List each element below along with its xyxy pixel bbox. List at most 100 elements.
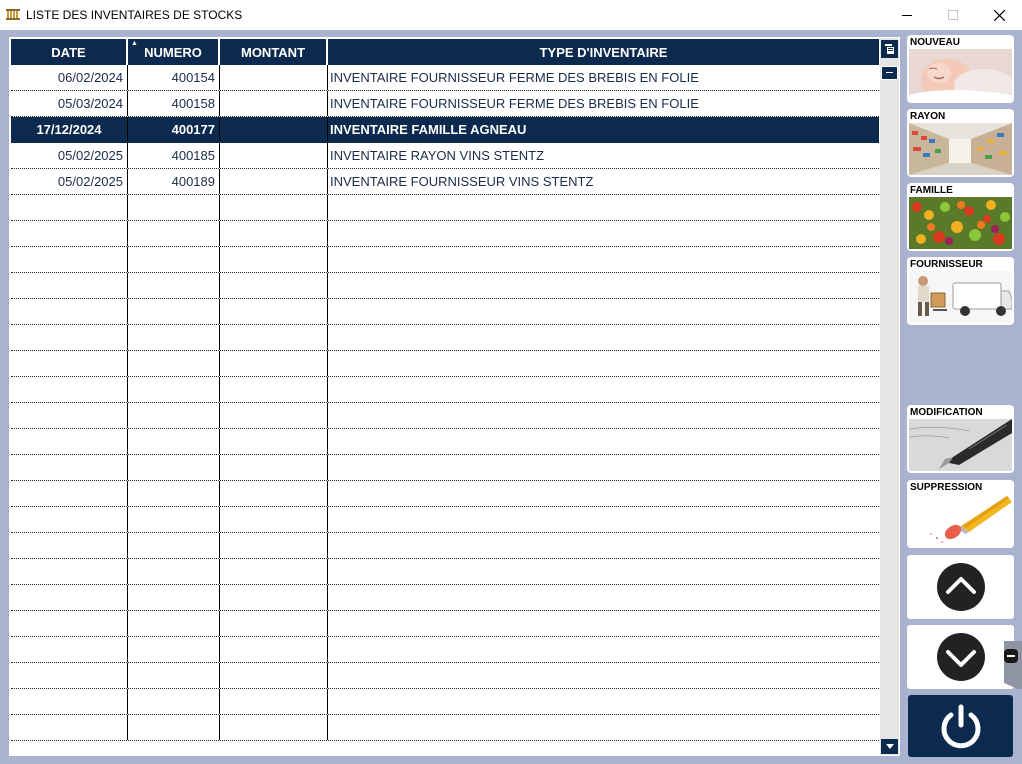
cell-montant [220,455,328,480]
cell-type [328,403,879,428]
cell-date [11,585,128,610]
power-button[interactable] [908,695,1013,757]
cell-date [11,533,128,558]
cell-type [328,273,879,298]
table-row[interactable]: 05/02/2025 400189 INVENTAIRE FOURNISSEUR V… [11,169,879,195]
cell-date: 05/02/2025 [11,169,128,194]
table-row-empty[interactable] [11,221,879,247]
cell-montant [220,611,328,636]
table-row-empty[interactable] [11,273,879,299]
table-row-empty[interactable] [11,455,879,481]
collapse-icon [1004,641,1022,689]
cell-type [328,507,879,532]
scroll-up-button[interactable] [907,555,1014,619]
cell-date: 06/02/2024 [11,65,128,90]
nouveau-button[interactable]: NOUVEAU [907,35,1014,103]
cell-numero: 400154 [128,65,220,90]
cell-date [11,377,128,402]
minimize-button[interactable] [884,0,930,30]
cell-type [328,689,879,714]
column-header-date[interactable]: DATE [11,39,128,65]
fournisseur-label: FOURNISSEUR [910,259,983,270]
close-button[interactable] [976,0,1022,30]
cell-numero [128,247,220,272]
cell-numero [128,221,220,246]
cell-numero [128,715,220,740]
cell-type: INVENTAIRE FOURNISSEUR FERME DES BREBIS … [330,96,699,111]
table-row[interactable]: 06/02/2024 400154 INVENTAIRE FOURNISSEUR F… [11,65,879,91]
cell-numero [128,195,220,220]
column-header-type[interactable]: TYPE D'INVENTAIRE [328,39,879,65]
cell-date [11,689,128,714]
cell-date [11,195,128,220]
cell-type [328,377,879,402]
cell-type: INVENTAIRE FOURNISSEUR FERME DES BREBIS … [330,70,699,85]
cell-montant [220,273,328,298]
table-row-empty[interactable] [11,377,879,403]
fountain-pen-icon [909,419,1012,471]
vertical-scrollbar[interactable] [880,38,899,755]
cell-date [11,221,128,246]
maximize-button[interactable] [930,0,976,30]
scroll-down-button[interactable] [881,739,898,754]
column-header-numero[interactable]: ▲ NUMERO [128,39,220,65]
table-row-empty[interactable] [11,403,879,429]
cell-numero [128,559,220,584]
cell-montant [220,533,328,558]
cell-numero: 400185 [128,143,220,168]
scroll-top-button[interactable] [881,40,898,58]
rayon-label: RAYON [910,111,946,122]
table-row[interactable]: 05/03/2024 400158 INVENTAIRE FOURNISSEUR F… [11,91,879,117]
supermarket-aisle-icon [909,123,1012,175]
table-row-empty[interactable] [11,663,879,689]
scrollbar-thumb[interactable] [881,66,898,80]
rayon-button[interactable]: RAYON [907,109,1014,177]
cell-montant [220,299,328,324]
cell-montant [220,507,328,532]
cell-numero [128,689,220,714]
cell-montant [220,637,328,662]
table-row-empty[interactable] [11,481,879,507]
cell-date [11,351,128,376]
table-row-empty[interactable] [11,351,879,377]
table-row-empty[interactable] [11,507,879,533]
list-icon [885,44,894,54]
cell-montant [220,585,328,610]
pencil-eraser-icon [909,494,1012,546]
famille-button[interactable]: FAMILLE [907,183,1014,251]
table-row-empty[interactable] [11,689,879,715]
cell-montant [220,117,328,142]
fruits-vegetables-icon [909,197,1012,249]
table-row-empty[interactable] [11,195,879,221]
suppression-button[interactable]: SUPPRESSION [907,480,1014,548]
table-row-empty[interactable] [11,299,879,325]
table-row-selected[interactable]: 17/12/2024 400177 INVENTAIRE FAMILLE AGNEA… [11,117,879,143]
minimize-icon [902,15,912,16]
fournisseur-button[interactable]: FOURNISSEUR [907,257,1014,325]
table-row-empty[interactable] [11,325,879,351]
table-row-empty[interactable] [11,247,879,273]
cell-montant [220,663,328,688]
cell-type: INVENTAIRE FOURNISSEUR VINS STENTZ [330,174,594,189]
cell-numero [128,351,220,376]
table-row-empty[interactable] [11,637,879,663]
maximize-icon [948,10,958,20]
cell-date [11,715,128,740]
table-row-empty[interactable] [11,429,879,455]
table-row-empty[interactable] [11,585,879,611]
app-icon [6,9,20,20]
cell-montant [220,689,328,714]
table-row-empty[interactable] [11,559,879,585]
cell-date [11,403,128,428]
column-header-montant[interactable]: MONTANT [220,39,328,65]
table-row[interactable]: 05/02/2025 400185 INVENTAIRE RAYON VINS ST… [11,143,879,169]
table-row-empty[interactable] [11,715,879,741]
side-panel-tab[interactable] [998,641,1022,689]
modification-button[interactable]: MODIFICATION [907,405,1014,473]
table-row-empty[interactable] [11,611,879,637]
cell-date [11,507,128,532]
cell-montant [220,351,328,376]
table-row-empty[interactable] [11,533,879,559]
cell-date [11,429,128,454]
cell-date [11,611,128,636]
